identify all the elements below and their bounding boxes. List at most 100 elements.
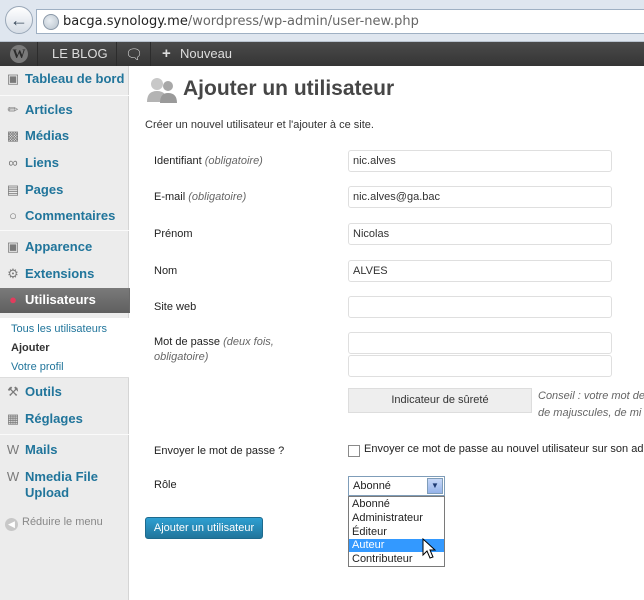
- role-option-abonne[interactable]: Abonné: [349, 498, 444, 511]
- back-arrow-icon[interactable]: ←: [5, 6, 33, 34]
- password-input[interactable]: [348, 332, 612, 354]
- collapse-arrow-icon: ◀: [5, 518, 18, 531]
- admin-bar-divider: [116, 42, 117, 66]
- plus-icon[interactable]: +: [162, 42, 171, 66]
- sidebar-item-label: Articles: [25, 102, 73, 117]
- email-input[interactable]: nic.alves@ga.bac: [348, 186, 612, 208]
- sidebar-item-outils[interactable]: ⚒ Outils: [0, 382, 129, 404]
- settings-icon: ▦: [6, 411, 20, 426]
- email-label-text: E-mail: [154, 191, 186, 203]
- page-title: Ajouter un utilisateur: [183, 77, 395, 100]
- sidebar-item-label: Médias: [25, 128, 70, 143]
- sidebar-item-label: Tableau de bord: [25, 71, 125, 86]
- identifiant-label: Identifiant (obligatoire): [154, 154, 263, 169]
- password-label: Mot de passe (deux fois, obligatoire): [154, 335, 274, 365]
- comment-icon: ○: [9, 208, 17, 223]
- sidebar-item-label: Apparence: [25, 239, 93, 254]
- sidebar-item-utilisateurs[interactable]: ● Utilisateurs: [0, 288, 135, 313]
- collapse-menu-button[interactable]: ◀ Réduire le menu: [5, 516, 103, 531]
- required-note: (obligatoire): [188, 191, 247, 203]
- submenu-item-add-user[interactable]: Ajouter: [11, 342, 50, 354]
- admin-bar: W LE BLOG 🗨 + Nouveau: [0, 42, 644, 66]
- link-icon: ∞: [8, 155, 18, 170]
- wordpress-icon: W: [6, 469, 20, 484]
- role-select[interactable]: Abonné ▼: [348, 476, 445, 496]
- admin-sidebar: ▣ Tableau de bord ✏ Articles ▩ Médias ∞ …: [0, 66, 135, 600]
- password-required-note-1: (deux fois,: [223, 336, 274, 348]
- sidebar-item-apparence[interactable]: ▣ Apparence: [0, 237, 129, 259]
- appearance-icon: ▣: [6, 239, 20, 254]
- sidebar-item-commentaires[interactable]: ○ Commentaires: [0, 206, 129, 228]
- sidebar-item-label: Réglages: [25, 411, 83, 426]
- password-strength-indicator: Indicateur de sûreté: [348, 388, 532, 413]
- users-submenu: Tous les utilisateurs Ajouter Votre prof…: [0, 318, 129, 378]
- sidebar-item-dashboard[interactable]: ▣ Tableau de bord: [0, 69, 129, 91]
- submenu-item-all-users[interactable]: Tous les utilisateurs: [11, 323, 107, 335]
- prenom-label: Prénom: [154, 228, 193, 240]
- pages-icon: ▤: [6, 182, 20, 197]
- send-password-label: Envoyer le mot de passe ?: [154, 445, 285, 457]
- sidebar-item-liens[interactable]: ∞ Liens: [0, 153, 129, 175]
- email-label: E-mail (obligatoire): [154, 190, 246, 205]
- tools-icon: ⚒: [7, 384, 19, 399]
- sidebar-item-pages[interactable]: ▤ Pages: [0, 180, 129, 202]
- password-hint: Conseil : votre mot de de majuscules, de …: [538, 388, 644, 422]
- sidebar-item-label: Liens: [25, 155, 59, 170]
- admin-bar-blog-link[interactable]: LE BLOG: [52, 42, 108, 66]
- sidebar-item-label: Extensions: [25, 266, 95, 281]
- chevron-down-icon[interactable]: ▼: [427, 478, 443, 494]
- sidebar-item-mails[interactable]: W Mails: [0, 440, 129, 462]
- menu-separator: [0, 95, 129, 96]
- role-label: Rôle: [154, 479, 177, 491]
- send-password-checkbox-label[interactable]: Envoyer ce mot de passe au nouvel utilis…: [364, 443, 644, 455]
- nom-input[interactable]: ALVES: [348, 260, 612, 282]
- password-hint-line-1: Conseil : votre mot de: [538, 390, 644, 402]
- password-hint-line-2: de majuscules, de mi: [538, 407, 642, 419]
- add-user-button[interactable]: Ajouter un utilisateur: [145, 517, 263, 539]
- media-icon: ▩: [6, 128, 20, 143]
- sidebar-item-label: Utilisateurs: [25, 292, 96, 307]
- page-description: Créer un nouvel utilisateur et l'ajouter…: [145, 119, 374, 131]
- menu-separator: [0, 434, 129, 435]
- sidebar-item-label: Upload: [25, 485, 70, 500]
- sidebar-item-nmedia-file-upload[interactable]: W Nmedia File Upload: [0, 467, 129, 501]
- pin-icon: ✏: [7, 102, 19, 117]
- send-password-checkbox[interactable]: [348, 445, 360, 457]
- mouse-cursor-icon: [422, 538, 436, 559]
- comments-bubble-icon[interactable]: 🗨: [125, 42, 143, 66]
- sidebar-item-label: Commentaires: [25, 208, 116, 223]
- browser-toolbar: ← bacga.synology.me/wordpress/wp-admin/u…: [0, 0, 644, 42]
- url-text: bacga.synology.me/wordpress/wp-admin/use…: [63, 14, 419, 29]
- dashboard-icon: ▣: [6, 71, 20, 86]
- identifiant-input[interactable]: nic.alves: [348, 150, 612, 172]
- site-web-input[interactable]: [348, 296, 612, 318]
- collapse-menu-label: Réduire le menu: [22, 516, 103, 528]
- identifiant-label-text: Identifiant: [154, 155, 202, 167]
- admin-bar-divider: [37, 42, 38, 66]
- menu-separator: [0, 230, 129, 231]
- submenu-item-your-profile[interactable]: Votre profil: [11, 361, 64, 373]
- admin-bar-divider: [150, 42, 151, 66]
- sidebar-item-label: Outils: [25, 384, 62, 399]
- admin-bar-new-link[interactable]: Nouveau: [180, 42, 232, 66]
- url-host: bacga.synology.me: [63, 14, 188, 29]
- main-content: Ajouter un utilisateur Créer un nouvel u…: [130, 66, 644, 600]
- wordpress-logo-icon[interactable]: W: [10, 45, 28, 63]
- password-label-text: Mot de passe: [154, 336, 221, 348]
- nom-label: Nom: [154, 265, 178, 277]
- prenom-input[interactable]: Nicolas: [348, 223, 612, 245]
- sidebar-item-extensions[interactable]: ⚙ Extensions: [0, 264, 129, 286]
- users-icon: [147, 78, 177, 103]
- sidebar-item-label: Pages: [25, 182, 64, 197]
- sidebar-item-articles[interactable]: ✏ Articles: [0, 100, 129, 122]
- role-selected-value: Abonné: [353, 480, 391, 492]
- address-bar[interactable]: bacga.synology.me/wordpress/wp-admin/use…: [36, 9, 644, 34]
- sidebar-item-medias[interactable]: ▩ Médias: [0, 126, 129, 148]
- sidebar-item-reglages[interactable]: ▦ Réglages: [0, 409, 129, 431]
- password-required-note-2: obligatoire): [154, 351, 209, 363]
- site-web-label: Site web: [154, 301, 197, 313]
- role-option-administrateur[interactable]: Administrateur: [349, 512, 444, 525]
- password-confirm-input[interactable]: [348, 355, 612, 377]
- url-path: /wordpress/wp-admin/user-new.php: [187, 14, 419, 29]
- sidebar-item-label: Mails: [25, 442, 58, 457]
